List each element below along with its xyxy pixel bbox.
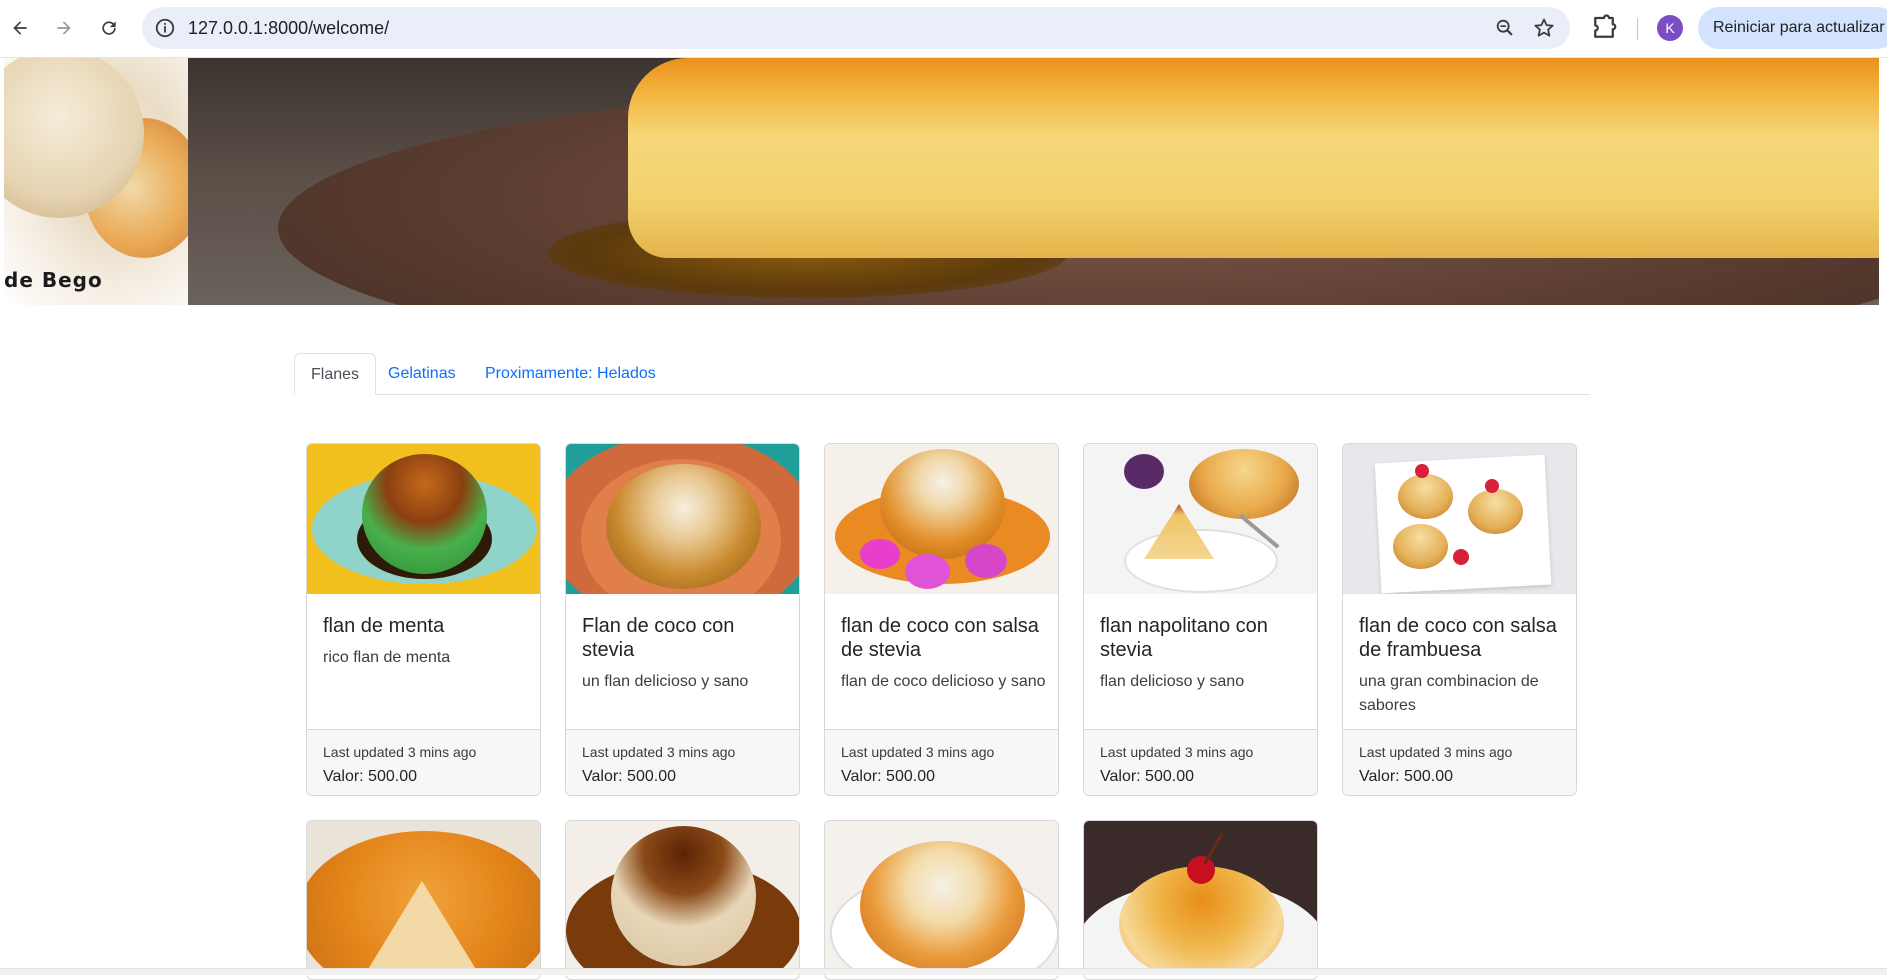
hero-side-image: de Bego xyxy=(4,58,204,305)
product-card[interactable] xyxy=(565,820,800,980)
card-footer: Last updated 3 mins ago Valor: 500.00 xyxy=(1084,729,1317,795)
hero-main-image xyxy=(188,58,1879,305)
card-title: flan de coco con salsa de frambuesa xyxy=(1359,615,1557,661)
card-body: Flan de coco con stevia un flan delicios… xyxy=(582,614,787,694)
extensions-puzzle-icon[interactable] xyxy=(1589,13,1619,43)
card-body: flan de menta rico flan de menta xyxy=(323,614,528,670)
product-card[interactable]: flan de coco con salsa de frambuesa una … xyxy=(1342,443,1577,796)
card-description: flan delicioso y sano xyxy=(1100,673,1245,690)
tab-flanes[interactable]: Flanes xyxy=(294,353,377,395)
profile-avatar[interactable]: K xyxy=(1657,15,1683,41)
card-body: flan de coco con salsa de stevia flan de… xyxy=(841,614,1046,694)
card-updated: Last updated 3 mins ago xyxy=(582,744,736,760)
bookmark-star-icon[interactable] xyxy=(1532,16,1556,40)
product-card[interactable]: flan napolitano con stevia flan delicios… xyxy=(1083,443,1318,796)
zoom-icon[interactable] xyxy=(1494,17,1516,39)
card-body: flan de coco con salsa de frambuesa una … xyxy=(1359,614,1564,718)
hero-banner: de Bego xyxy=(4,58,1879,305)
card-description: un flan delicioso y sano xyxy=(582,673,749,690)
card-description: rico flan de menta xyxy=(323,649,451,666)
product-image xyxy=(307,821,540,971)
back-button[interactable] xyxy=(4,12,36,44)
product-card[interactable] xyxy=(824,820,1059,980)
card-description: flan de coco delicioso y sano xyxy=(841,673,1046,690)
card-body: flan napolitano con stevia flan delicios… xyxy=(1100,614,1305,694)
product-image xyxy=(825,444,1058,594)
url-text[interactable]: 127.0.0.1:8000/welcome/ xyxy=(188,18,389,39)
card-price: Valor: 500.00 xyxy=(323,768,417,785)
card-updated: Last updated 3 mins ago xyxy=(1359,744,1513,760)
browser-toolbar: 127.0.0.1:8000/welcome/ K Reiniciar para… xyxy=(0,0,1887,58)
forward-arrow-icon xyxy=(57,21,71,35)
product-card[interactable]: Flan de coco con stevia un flan delicios… xyxy=(565,443,800,796)
product-image xyxy=(1084,444,1317,594)
product-image xyxy=(307,444,540,594)
product-card[interactable] xyxy=(1083,820,1318,980)
card-title: flan de menta xyxy=(323,615,445,637)
card-title: flan de coco con salsa de stevia xyxy=(841,615,1039,661)
card-description: una gran combinacion de sabores xyxy=(1359,673,1539,714)
product-card[interactable] xyxy=(306,820,541,980)
forward-button[interactable] xyxy=(48,12,80,44)
product-image xyxy=(1343,444,1576,594)
reload-icon xyxy=(102,21,116,35)
address-bar[interactable]: 127.0.0.1:8000/welcome/ xyxy=(142,7,1570,49)
product-image xyxy=(825,821,1058,971)
card-footer: Last updated 3 mins ago Valor: 500.00 xyxy=(307,729,540,795)
reload-button[interactable] xyxy=(93,12,125,44)
product-image xyxy=(566,821,799,971)
card-price: Valor: 500.00 xyxy=(841,768,935,785)
site-info-icon[interactable] xyxy=(154,17,176,39)
card-title: Flan de coco con stevia xyxy=(582,615,735,661)
card-updated: Last updated 3 mins ago xyxy=(1100,744,1254,760)
card-footer: Last updated 3 mins ago Valor: 500.00 xyxy=(1343,729,1576,795)
card-updated: Last updated 3 mins ago xyxy=(323,744,477,760)
product-image xyxy=(1084,821,1317,971)
tab-helados[interactable]: Proximamente: Helados xyxy=(469,353,672,394)
toolbar-divider xyxy=(1637,18,1638,40)
card-price: Valor: 500.00 xyxy=(582,768,676,785)
card-price: Valor: 500.00 xyxy=(1100,768,1194,785)
product-image xyxy=(566,444,799,594)
product-card[interactable]: flan de coco con salsa de stevia flan de… xyxy=(824,443,1059,796)
card-updated: Last updated 3 mins ago xyxy=(841,744,995,760)
category-tabs: Flanes Gelatinas Proximamente: Helados xyxy=(294,353,1590,395)
card-price: Valor: 500.00 xyxy=(1359,768,1453,785)
product-card[interactable]: flan de menta rico flan de menta Last up… xyxy=(306,443,541,796)
restart-to-update-button[interactable]: Reiniciar para actualizar xyxy=(1698,7,1887,49)
card-title: flan napolitano con stevia xyxy=(1100,615,1268,661)
card-footer: Last updated 3 mins ago Valor: 500.00 xyxy=(825,729,1058,795)
back-arrow-icon xyxy=(13,21,27,35)
hero-caption: de Bego xyxy=(4,268,103,292)
card-footer: Last updated 3 mins ago Valor: 500.00 xyxy=(566,729,799,795)
tab-gelatinas[interactable]: Gelatinas xyxy=(372,353,472,394)
